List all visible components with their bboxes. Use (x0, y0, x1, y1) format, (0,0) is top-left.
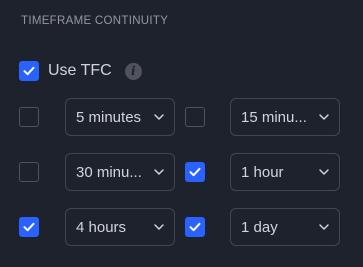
timeframe-4-select[interactable]: 1 hour (230, 153, 340, 191)
timeframe-5-value: 4 hours (76, 218, 127, 236)
timeframe-3-select[interactable]: 30 minu... (65, 153, 175, 191)
checkmark-icon (23, 66, 35, 76)
section-title: TIMEFRAME CONTINUITY (21, 15, 169, 27)
timeframe-3-checkbox[interactable] (19, 162, 39, 182)
use-tfc-row: Use TFC i (19, 60, 142, 82)
chevron-down-icon (154, 114, 164, 120)
chevron-down-icon (154, 224, 164, 230)
timeframe-4-value: 1 hour (241, 163, 284, 181)
timeframe-3-value: 30 minu... (76, 163, 142, 181)
timeframe-2-checkbox[interactable] (185, 107, 205, 127)
timeframe-6-checkbox[interactable] (185, 217, 205, 237)
timeframe-4-checkbox[interactable] (185, 162, 205, 182)
chevron-down-icon (154, 169, 164, 175)
checkmark-icon (189, 222, 201, 232)
timeframe-6-value: 1 day (241, 218, 278, 236)
chevron-down-icon (319, 169, 329, 175)
use-tfc-checkbox[interactable] (19, 61, 39, 81)
timeframe-2-value: 15 minu... (241, 108, 307, 126)
chevron-down-icon (319, 114, 329, 120)
info-icon[interactable]: i (124, 62, 142, 80)
timeframe-6-select[interactable]: 1 day (230, 208, 340, 246)
checkmark-icon (23, 222, 35, 232)
timeframe-2-select[interactable]: 15 minu... (230, 98, 340, 136)
timeframe-1-select[interactable]: 5 minutes (65, 98, 175, 136)
timeframe-1-value: 5 minutes (76, 108, 142, 126)
checkmark-icon (189, 167, 201, 177)
chevron-down-icon (319, 224, 329, 230)
timeframe-1-checkbox[interactable] (19, 107, 39, 127)
timeframe-5-select[interactable]: 4 hours (65, 208, 175, 246)
timeframe-5-checkbox[interactable] (19, 217, 39, 237)
use-tfc-label: Use TFC (48, 62, 112, 79)
